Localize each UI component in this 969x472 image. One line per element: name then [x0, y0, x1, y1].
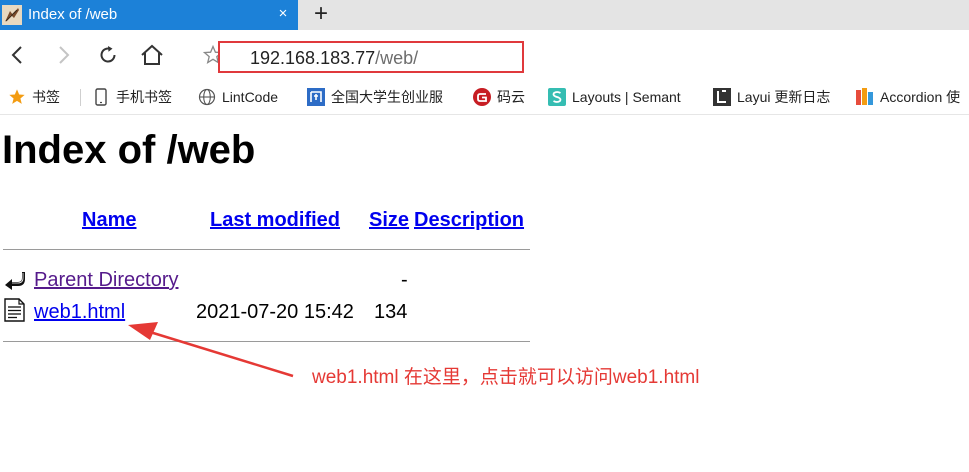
new-tab-button[interactable]: + [310, 2, 332, 26]
sort-by-last-modified-link[interactable]: Last modified [210, 209, 340, 232]
home-button[interactable] [138, 41, 166, 69]
sort-by-name-link[interactable]: Name [82, 209, 136, 232]
web1-html-modified: 2021-07-20 15:42 [196, 301, 354, 323]
color-bars-icon [856, 88, 874, 106]
close-tab-icon[interactable]: × [273, 4, 293, 24]
gitee-icon [473, 88, 491, 106]
bookmark-label: 码云 [497, 89, 525, 105]
page-title: Index of /web [2, 128, 256, 172]
bookmark-label: 书签 [32, 89, 60, 105]
phone-icon [92, 88, 110, 106]
sort-by-description-link[interactable]: Description [414, 209, 524, 232]
url-host: 192.168.183.77 [250, 48, 376, 68]
back-arrow-icon [5, 272, 25, 290]
reload-button[interactable] [94, 41, 122, 69]
active-tab[interactable]: Index of /web × [0, 0, 298, 30]
bookmark-item-startup-service[interactable]: 全国大学生创业服 [307, 87, 443, 107]
bookmark-label: Layouts | Semant [572, 89, 681, 105]
bookmark-item-lintcode[interactable]: LintCode [198, 87, 278, 107]
url-text: 192.168.183.77/web/ [250, 48, 418, 69]
header-divider [3, 249, 530, 250]
parent-directory-size: - [401, 269, 408, 291]
bookmark-separator [80, 89, 81, 106]
navigation-bar: 192.168.183.77/web/ [0, 30, 969, 80]
bookmark-item-layui[interactable]: Layui 更新日志 [713, 87, 830, 107]
bookmark-item-gitee[interactable]: 码云 [473, 87, 525, 107]
bookmark-label: Layui 更新日志 [737, 89, 831, 105]
forward-button[interactable] [49, 41, 77, 69]
web1-html-link[interactable]: web1.html [34, 301, 125, 324]
tab-strip: Index of /web × + [0, 0, 969, 30]
forward-arrow-icon [59, 46, 70, 64]
web1-html-size: 134 [374, 301, 408, 323]
annotation-text: web1.html 在这里，点击就可以访问web1.html [312, 367, 700, 388]
sort-by-size-link[interactable]: Size [369, 209, 409, 232]
parent-directory-link[interactable]: Parent Directory [34, 269, 179, 292]
bookmarks-bar: 书签 手机书签 LintCode 全国大学生创业服 码云 Layouts | S… [0, 80, 969, 115]
footer-divider [3, 341, 530, 342]
bookmark-label: 手机书签 [116, 89, 172, 105]
text-file-icon [4, 298, 25, 322]
globe-icon [198, 88, 216, 106]
back-arrow-icon [11, 46, 22, 64]
address-bar[interactable]: 192.168.183.77/web/ [218, 41, 524, 73]
reload-icon [100, 46, 116, 63]
star-icon [8, 88, 26, 106]
back-button[interactable] [4, 41, 32, 69]
url-path: /web/ [375, 48, 419, 68]
bookmark-label: Accordion 使 [880, 89, 961, 105]
bookmark-label: 全国大学生创业服 [331, 89, 443, 105]
home-icon [141, 44, 163, 65]
semantic-ui-icon [548, 88, 566, 106]
tab-title: Index of /web [28, 6, 118, 23]
apache-feather-icon [2, 5, 22, 25]
layui-icon [713, 88, 731, 106]
bookmark-item-semantic-layouts[interactable]: Layouts | Semant [548, 87, 696, 107]
bookmark-item-bookmarks[interactable]: 书签 [8, 87, 60, 107]
site-logo-icon [307, 88, 325, 106]
bookmark-label: LintCode [222, 89, 279, 105]
bookmark-item-accordion[interactable]: Accordion 使 [856, 87, 969, 107]
bookmark-item-mobile[interactable]: 手机书签 [92, 87, 172, 107]
